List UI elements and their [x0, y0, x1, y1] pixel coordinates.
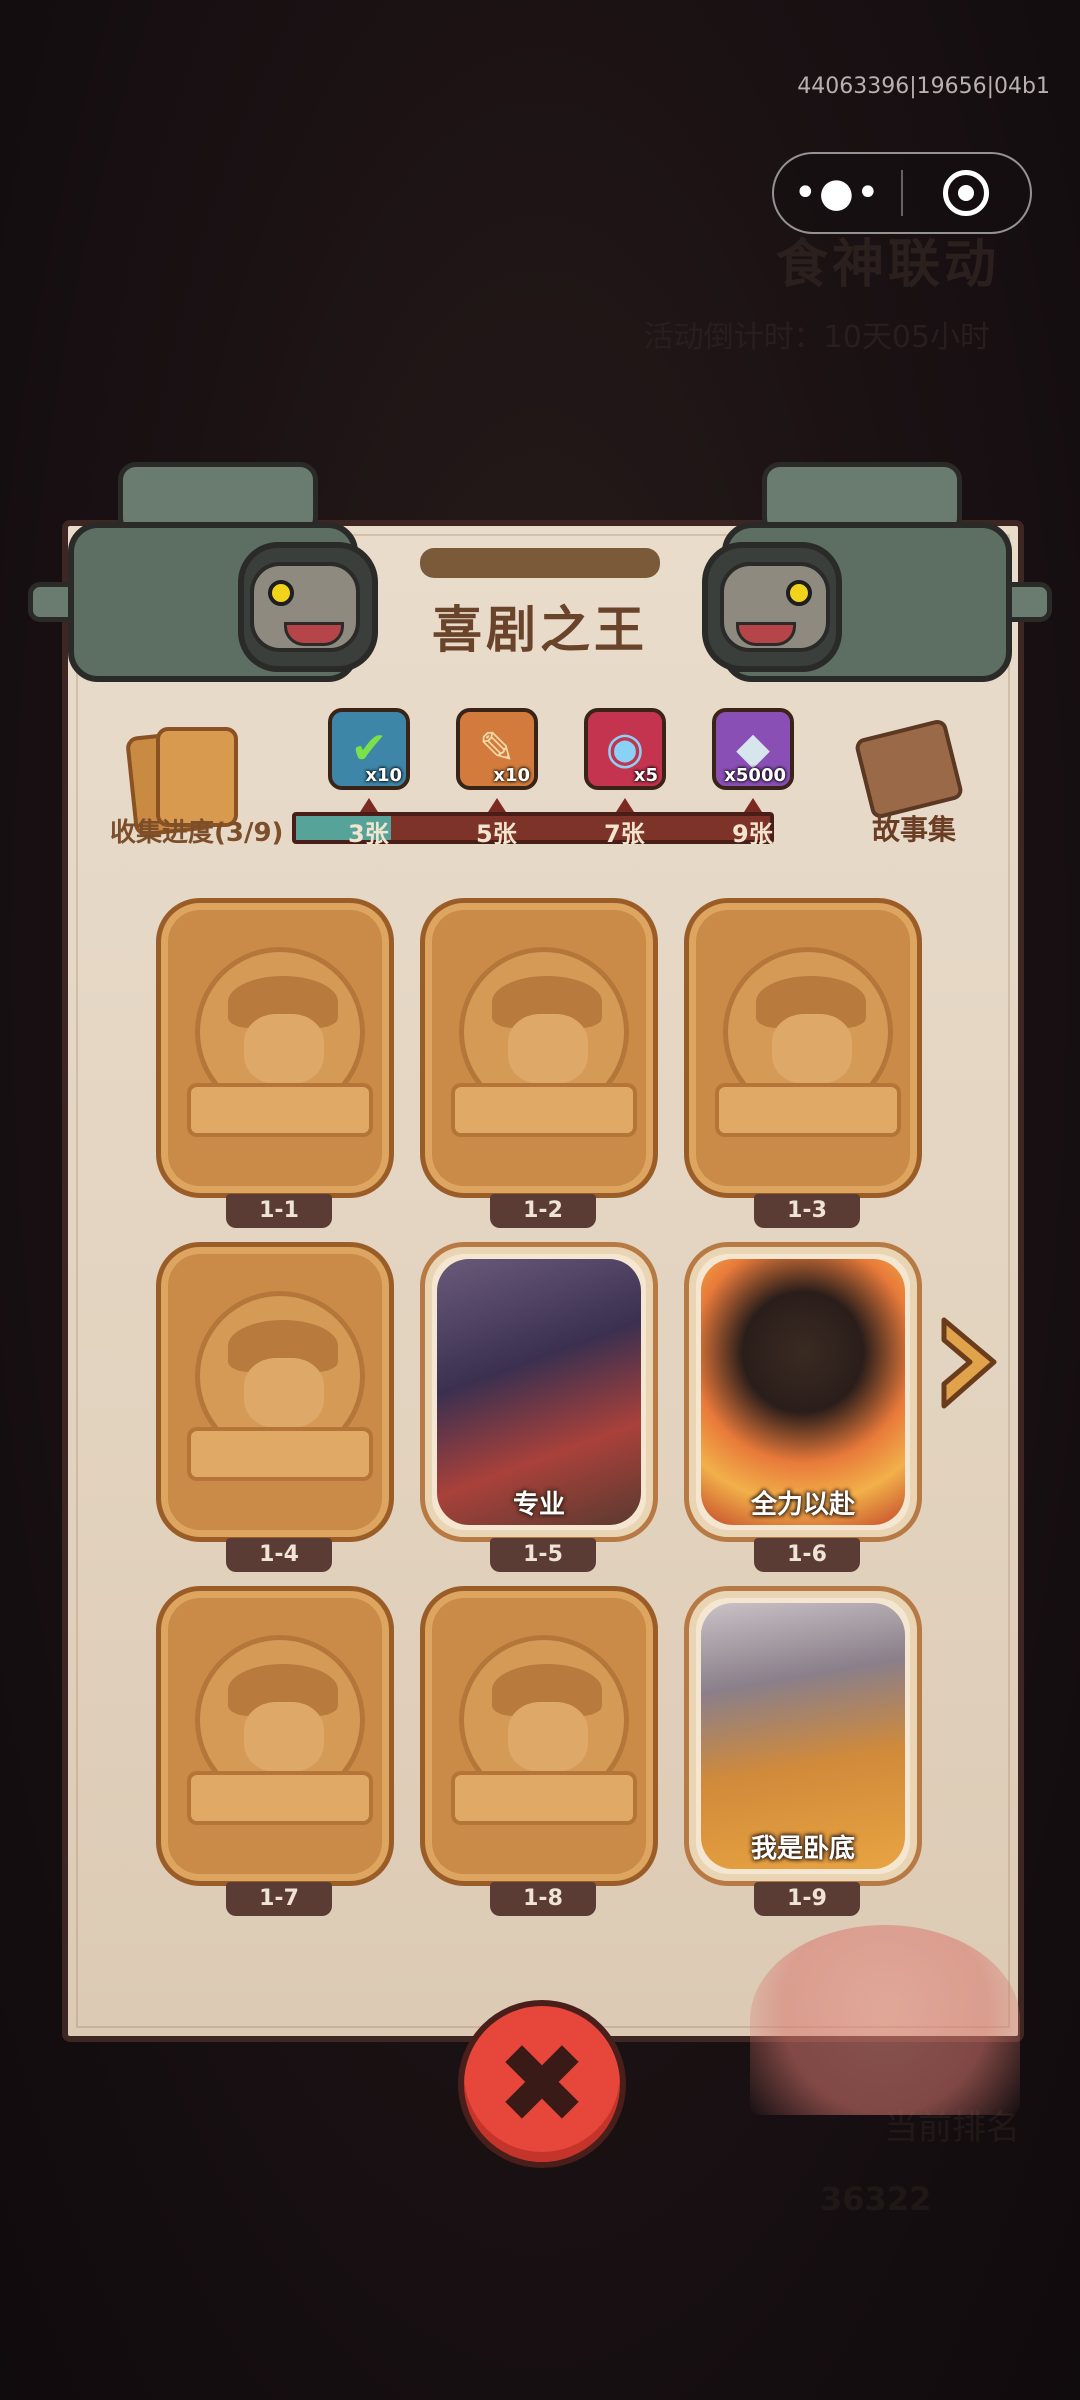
card-index-label: 1-5: [490, 1538, 596, 1572]
target-icon: [943, 170, 990, 216]
wax-seal-stamp: [750, 1925, 1020, 2115]
milestone-pointer: [616, 798, 634, 812]
milestone-pointer: [744, 798, 762, 812]
next-page-arrow[interactable]: [936, 1310, 1008, 1420]
emblem-banner: [187, 1083, 373, 1137]
milestone-label: 5张: [476, 820, 517, 848]
card-index-label: 1-2: [490, 1194, 596, 1228]
card-index-label: 1-8: [490, 1882, 596, 1916]
emblem-banner: [451, 1083, 637, 1137]
revealed-card: 我是卧底: [684, 1586, 922, 1886]
reward-orange-ticket[interactable]: ✎ x10: [456, 708, 538, 790]
card-index-label: 1-3: [754, 1194, 860, 1228]
card-caption: 全力以赴: [750, 1490, 855, 1520]
card-caption: 专业: [512, 1490, 565, 1520]
locked-card: [156, 1242, 394, 1542]
emblem-banner: [187, 1427, 373, 1481]
card-slot-1-8[interactable]: 1-8: [420, 1586, 666, 1916]
card-index-label: 1-7: [226, 1882, 332, 1916]
revealed-card: 专业: [420, 1242, 658, 1542]
emblem-banner: [715, 1083, 901, 1137]
milestone-label: 7张: [604, 820, 645, 848]
milestone-pointer: [488, 798, 506, 812]
card-slot-1-1[interactable]: 1-1: [156, 898, 402, 1228]
reward-rainbow-disc[interactable]: ◉ x5: [584, 708, 666, 790]
card-slot-1-6[interactable]: 全力以赴 1-6: [684, 1242, 930, 1572]
more-dots-icon: •●•: [793, 170, 882, 216]
card-slot-1-4[interactable]: 1-4: [156, 1242, 402, 1572]
emblem-banner: [451, 1771, 637, 1825]
camera-mascot-left: [28, 462, 378, 712]
close-dialog-button[interactable]: ✖: [458, 2000, 626, 2168]
collect-progress-label: 收集进度(3/9): [110, 818, 284, 848]
card-caption: 我是卧底: [750, 1834, 855, 1864]
card-slot-1-3[interactable]: 1-3: [684, 898, 930, 1228]
camera-mascot-right: [702, 462, 1052, 712]
card-index-label: 1-1: [226, 1194, 332, 1228]
card-slot-1-9[interactable]: 我是卧底 1-9: [684, 1586, 930, 1916]
reward-green-check-card[interactable]: ✔ x10: [328, 708, 410, 790]
milestone-label: 9张: [732, 820, 773, 848]
card-slot-1-2[interactable]: 1-2: [420, 898, 666, 1228]
story-collection-button[interactable]: 故事集: [872, 808, 956, 848]
milestone-label: 3张: [348, 820, 389, 848]
title-plate: [420, 548, 660, 578]
card-index-label: 1-9: [754, 1882, 860, 1916]
revealed-card: 全力以赴: [684, 1242, 922, 1542]
locked-card: [156, 1586, 394, 1886]
more-menu-button[interactable]: •●•: [774, 154, 901, 232]
dialog-title: 喜剧之王: [432, 601, 648, 659]
close-icon: ✖: [495, 2020, 589, 2148]
locked-card: [420, 1586, 658, 1886]
chevron-right-icon: [941, 1317, 997, 1409]
locked-card: [156, 898, 394, 1198]
card-slot-1-5[interactable]: 专业 1-5: [420, 1242, 666, 1572]
card-index-label: 1-4: [226, 1538, 332, 1572]
close-miniprogram-button[interactable]: [903, 154, 1030, 232]
miniprogram-capsule: •●•: [772, 152, 1032, 234]
reward-purple-crystal[interactable]: ◆ x5000: [712, 708, 794, 790]
emblem-banner: [187, 1771, 373, 1825]
build-id-text: 44063396|19656|04b1: [797, 74, 1050, 99]
milestone-pointer: [360, 798, 378, 812]
card-index-label: 1-6: [754, 1538, 860, 1572]
card-slot-1-7[interactable]: 1-7: [156, 1586, 402, 1916]
locked-card: [420, 898, 658, 1198]
locked-card: [684, 898, 922, 1198]
